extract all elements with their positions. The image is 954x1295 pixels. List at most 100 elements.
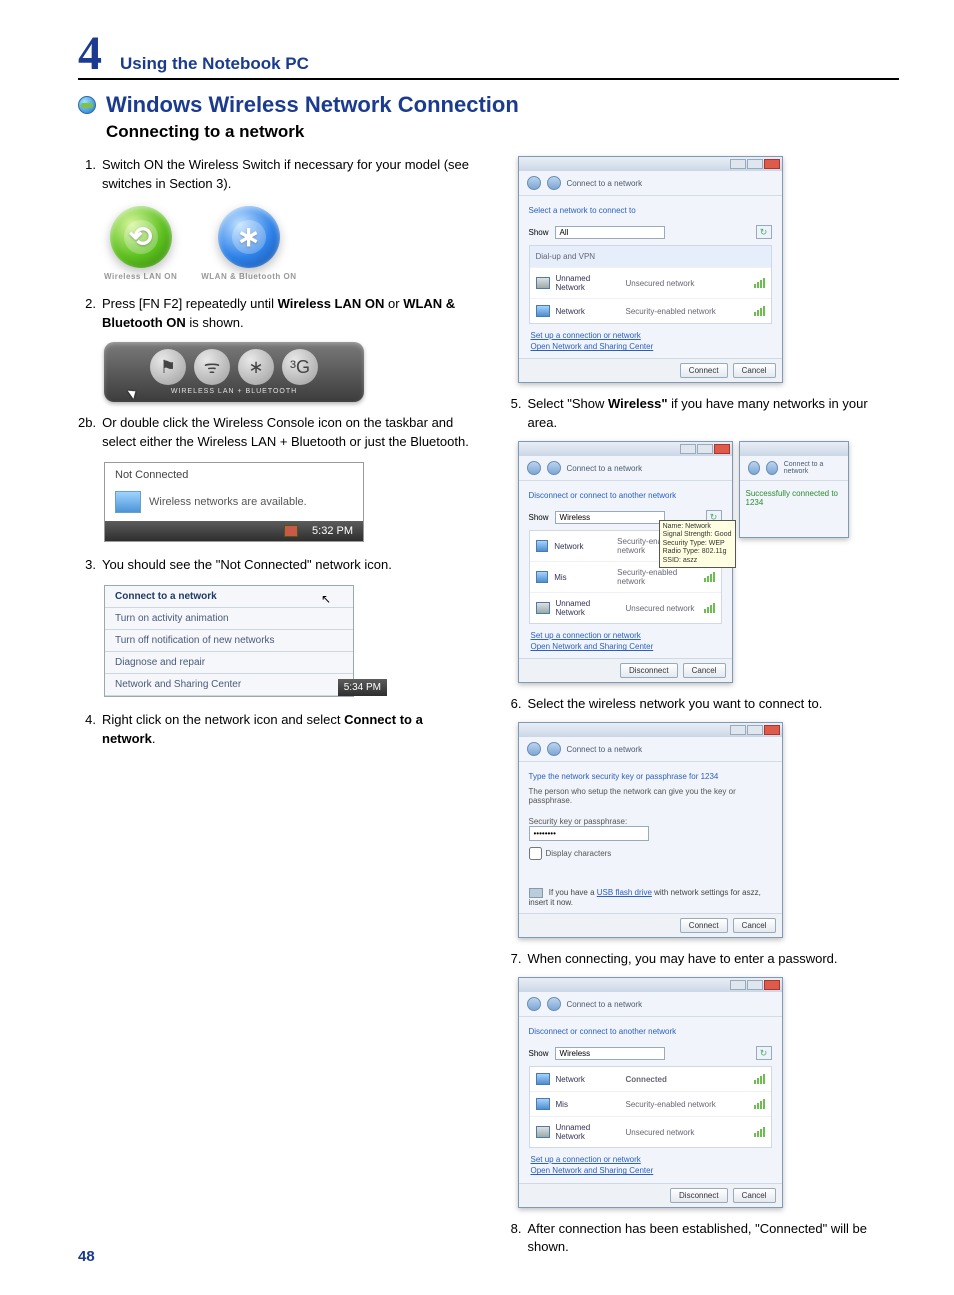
page-number: 48 [78, 1248, 95, 1265]
cancel-button[interactable]: Cancel [683, 663, 726, 678]
dialog-prompt: Disconnect or connect to another network [529, 487, 722, 506]
bluetooth-icon: ∗ [238, 349, 274, 385]
show-dropdown[interactable]: All [555, 226, 665, 239]
dialog-success: Connect to a network Successfully connec… [739, 441, 849, 538]
tray-time: 5:32 PM [312, 525, 353, 537]
wifi-antenna-icon: ᯤ [194, 349, 230, 385]
dialog-security-key: Connect to a network Type the network se… [518, 722, 783, 938]
menu-item-diagnose[interactable]: Diagnose and repair [105, 652, 353, 674]
signal-bars-icon [754, 278, 765, 288]
step-2b: 2b. Or double click the Wireless Console… [78, 414, 474, 452]
step-2: 2. Press [FN F2] repeatedly until Wirele… [78, 295, 474, 333]
right-column: Connect to a network Select a network to… [504, 156, 900, 1265]
show-dropdown[interactable]: Wireless [555, 511, 665, 524]
globe-icon [78, 96, 96, 114]
network-row[interactable]: Unnamed Network Unsecured network [530, 593, 721, 623]
success-message: Successfully connected to 1234 [746, 489, 842, 507]
close-button[interactable] [764, 725, 780, 735]
dialog-connected: Connect to a network Disconnect or conne… [518, 977, 783, 1207]
popup-message: Wireless networks are available. [149, 496, 307, 508]
maximize-button[interactable] [747, 159, 763, 169]
network-list: Dial-up and VPN Unnamed Network Unsecure… [529, 245, 772, 324]
signal-bars-icon [754, 1099, 765, 1109]
refresh-button[interactable]: ↻ [756, 225, 772, 239]
computer-icon [536, 602, 550, 614]
close-button[interactable] [764, 980, 780, 990]
close-button[interactable] [764, 159, 780, 169]
network-item-icon [536, 1098, 550, 1110]
status-badges: ⟲ Wireless LAN ON ∗ WLAN & Bluetooth ON [104, 206, 474, 281]
section-heading: Windows Wireless Network Connection [106, 92, 519, 118]
display-characters-checkbox[interactable]: Display characters [529, 847, 772, 860]
menu-item-animation[interactable]: Turn on activity animation [105, 608, 353, 630]
link-sharing-center[interactable]: Open Network and Sharing Center [531, 1165, 770, 1176]
passphrase-input[interactable]: •••••••• [529, 826, 649, 841]
dialog-wireless-list: Connect to a network Disconnect or conne… [518, 441, 733, 683]
link-setup-connection[interactable]: Set up a connection or network [531, 1154, 770, 1165]
field-label: Security key or passphrase: [529, 817, 772, 826]
not-connected-figure: Not Connected Wireless networks are avai… [104, 462, 364, 542]
network-row[interactable]: Network Security-enabled network [530, 299, 771, 323]
left-column: 1. Switch ON the Wireless Switch if nece… [78, 156, 474, 1265]
signal-bars-icon [754, 1127, 765, 1137]
step-8: 8. After connection has been established… [504, 1220, 900, 1258]
disconnect-button[interactable]: Disconnect [670, 1188, 728, 1203]
cursor-icon [128, 388, 139, 400]
step-6: 6. Select the wireless network you want … [504, 695, 900, 714]
connect-button[interactable]: Connect [680, 363, 728, 378]
show-dropdown[interactable]: Wireless [555, 1047, 665, 1060]
cancel-button[interactable]: Cancel [733, 1188, 776, 1203]
cancel-button[interactable]: Cancel [733, 918, 776, 933]
computer-icon [536, 1126, 550, 1138]
menu-item-notification[interactable]: Turn off notification of new networks [105, 630, 353, 652]
context-menu-figure: Connect to a network Turn on activity an… [104, 585, 354, 697]
dropdown-option[interactable]: Dial-up and VPN [530, 246, 771, 268]
minimize-button[interactable] [730, 159, 746, 169]
dialog-select-network: Connect to a network Select a network to… [518, 156, 783, 383]
connect-button[interactable]: Connect [680, 918, 728, 933]
signal-bars-icon [704, 572, 715, 582]
network-row[interactable]: Network Connected [530, 1067, 771, 1092]
badge-wlan-bt-on: ∗ WLAN & Bluetooth ON [201, 206, 296, 281]
signal-bars-icon [754, 1074, 765, 1084]
link-sharing-center[interactable]: Open Network and Sharing Center [531, 641, 720, 652]
wifi-orb-icon: ⟲ [110, 206, 172, 268]
close-button[interactable] [714, 444, 730, 454]
menu-item-sharing-center[interactable]: Network and Sharing Center [105, 674, 353, 696]
step-1: 1. Switch ON the Wireless Switch if nece… [78, 156, 474, 194]
signal-bars-icon [754, 306, 765, 316]
computer-icon [536, 277, 550, 289]
nav-fwd-icon[interactable] [547, 176, 561, 190]
refresh-button[interactable]: ↻ [756, 1046, 772, 1060]
signal-bars-icon [704, 603, 715, 613]
dialog-prompt: Disconnect or connect to another network [529, 1023, 772, 1042]
bluetooth-orb-icon: ∗ [218, 206, 280, 268]
network-row[interactable]: Unnamed Network Unsecured network [530, 268, 771, 299]
dialog-hint: The person who setup the network can giv… [529, 787, 772, 811]
step-5: 5. Select "Show Wireless" if you have ma… [504, 395, 900, 433]
link-sharing-center[interactable]: Open Network and Sharing Center [531, 341, 770, 352]
dialog-prompt: Select a network to connect to [529, 202, 772, 221]
tray-time: 5:34 PM [338, 679, 387, 696]
link-setup-connection[interactable]: Set up a connection or network [531, 330, 770, 341]
chapter-header: 4 Using the Notebook PC [78, 30, 899, 80]
network-item-icon [536, 305, 550, 317]
dialog-prompt: Type the network security key or passphr… [529, 768, 772, 787]
popup-title: Not Connected [105, 463, 363, 487]
step-7: 7. When connecting, you may have to ente… [504, 950, 900, 969]
disconnect-button[interactable]: Disconnect [620, 663, 678, 678]
network-item-icon [536, 1073, 550, 1085]
menu-item-connect[interactable]: Connect to a network [105, 586, 353, 608]
network-row[interactable]: Mis Security-enabled network [530, 1092, 771, 1117]
network-icon [115, 491, 141, 513]
chapter-number: 4 [78, 30, 102, 78]
tray-network-icon [284, 525, 298, 537]
network-row[interactable]: Unnamed Network Unsecured network [530, 1117, 771, 1147]
cancel-button[interactable]: Cancel [733, 363, 776, 378]
nav-back-icon[interactable] [527, 176, 541, 190]
link-setup-connection[interactable]: Set up a connection or network [531, 630, 720, 641]
threeg-icon: ³G [282, 349, 318, 385]
usb-link[interactable]: USB flash drive [597, 888, 652, 897]
wifi-bt-combo-icon: ⚑ [150, 349, 186, 385]
step-4: 4. Right click on the network icon and s… [78, 711, 474, 749]
